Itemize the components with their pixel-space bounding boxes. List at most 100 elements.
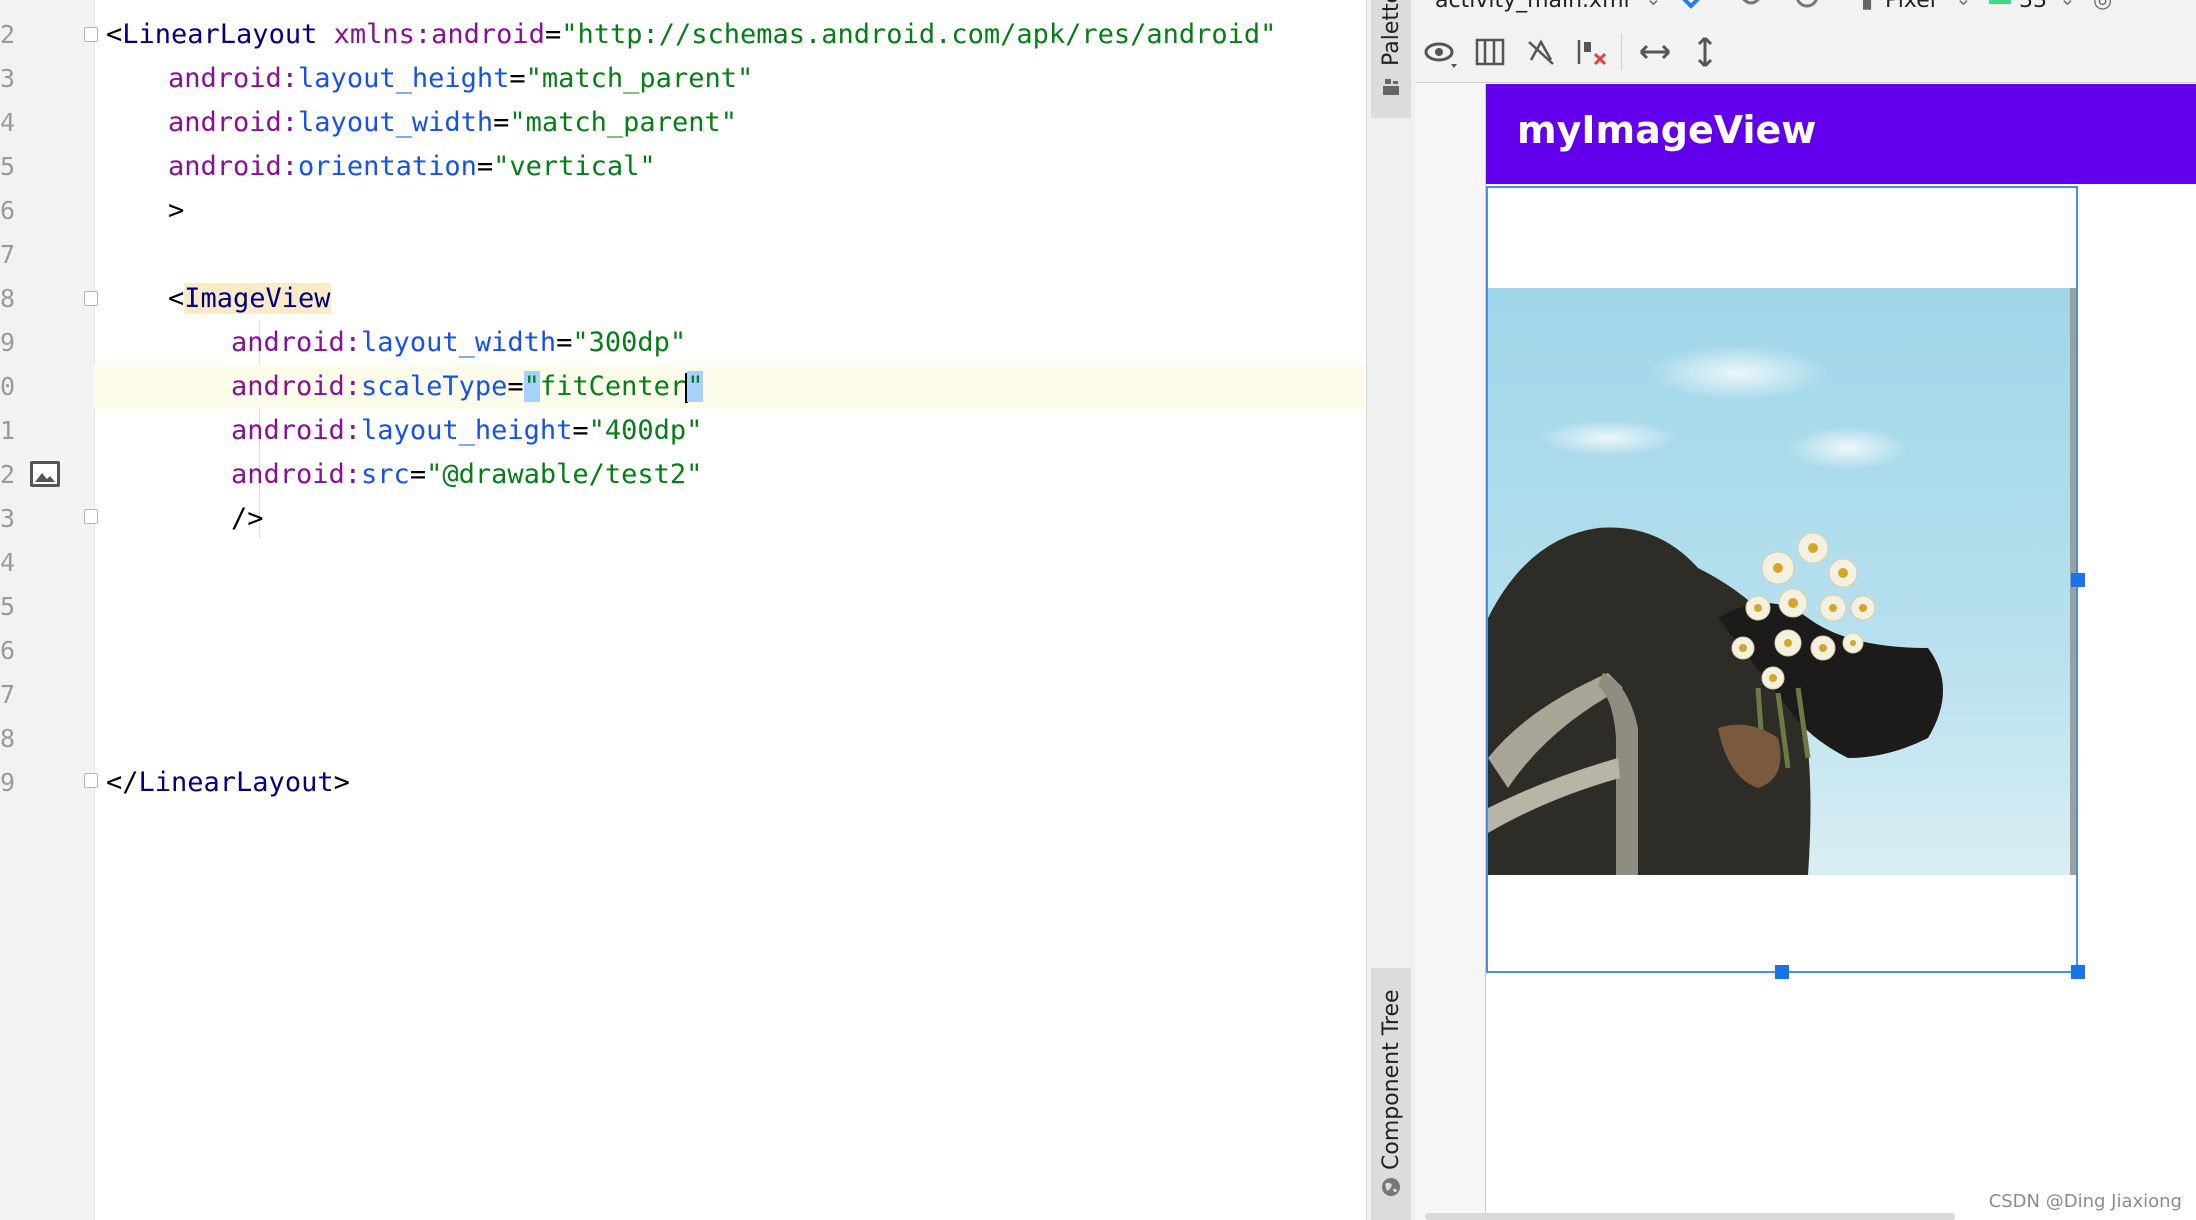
line-number: 5 [0, 152, 16, 181]
file-tab-label[interactable]: activity_main.xml [1435, 0, 1630, 13]
line-number: 9 [0, 328, 16, 357]
resize-handle-bottom[interactable] [1775, 965, 1789, 979]
tag-name: LinearLayout [138, 767, 334, 798]
tag-bracket: < [106, 19, 123, 50]
equals: = [409, 459, 427, 490]
image-preview-icon[interactable] [30, 461, 60, 487]
app-bar: myImageView [1486, 84, 2196, 184]
palette-tab[interactable]: Palette [1371, 0, 1411, 118]
equals: = [476, 151, 494, 182]
design-top-toolbar: activity_main.xml ⌄ ▮ Pixel ⌄ 33 ⌄ ◎ [1415, 0, 2196, 24]
clear-constraints-icon[interactable] [1573, 34, 1609, 70]
eye-icon[interactable] [1423, 34, 1459, 70]
attribute-name: layout_width [298, 107, 494, 138]
attribute-namespace: android: [168, 151, 299, 182]
code-line: android:layout_width="300dp" [231, 321, 1364, 365]
tag-name: LinearLayout [122, 19, 318, 50]
attribute-name: scaleType [361, 371, 508, 402]
line-number: 8 [0, 724, 16, 753]
side-tool-strip: Palette Component Tree [1366, 0, 1416, 1220]
line-number: 6 [0, 196, 16, 225]
attribute-name: layout_height [361, 415, 573, 446]
night-mode-icon[interactable] [1793, 0, 1833, 16]
chevron-down-icon[interactable]: ⌄ [2059, 0, 2076, 10]
code-line: android:layout_width="match_parent" [168, 101, 1364, 145]
code-line: android:layout_height="400dp" [231, 409, 1364, 453]
tag-bracket: /> [231, 503, 264, 534]
attribute-value: "400dp" [588, 415, 703, 446]
line-number: 3 [0, 64, 16, 93]
code-line: /> [231, 497, 1364, 541]
theme-icon[interactable]: ◎ [2093, 0, 2112, 13]
palette-icon [1383, 79, 1399, 95]
line-number: 4 [0, 108, 16, 137]
attribute-namespace: android: [168, 107, 299, 138]
line-number: 9 [0, 768, 16, 797]
equals: = [507, 371, 524, 402]
code-editor[interactable]: <LinearLayout xmlns:android="http://sche… [94, 0, 1458, 1220]
line-number: 0 [0, 372, 16, 401]
attribute-value: "vertical" [493, 151, 656, 182]
line-number: 4 [0, 548, 16, 577]
attribute-value: "@drawable/test2" [426, 459, 703, 490]
line-number: 7 [0, 240, 16, 269]
app-bar-title: myImageView [1517, 108, 1817, 152]
design-mode-icon[interactable] [1675, 0, 1715, 16]
attribute-name: orientation [298, 151, 477, 182]
resize-handle-right[interactable] [2071, 573, 2085, 587]
editor-gutter: 2 3 4 5 6 7 8 9 0 1 2 3 4 5 6 7 8 9 [0, 0, 98, 1220]
tag-bracket: < [168, 283, 185, 314]
expand-vertical-icon[interactable] [1687, 34, 1723, 70]
attribute-namespace: android: [231, 415, 362, 446]
line-number: 2 [0, 460, 16, 489]
expand-horizontal-icon[interactable] [1637, 34, 1673, 70]
image-view-selected[interactable] [1486, 186, 2078, 973]
blueprint-icon[interactable] [1472, 34, 1508, 70]
preview-photo [1488, 288, 2076, 875]
palette-tab-label: Palette [1379, 0, 1404, 66]
device-selector[interactable]: Pixel [1885, 0, 1936, 13]
code-line: </LinearLayout> [106, 761, 1364, 805]
code-line: android:orientation="vertical" [168, 145, 1364, 189]
code-line: android:src="@drawable/test2" [231, 453, 1364, 497]
attribute-namespace: android: [168, 63, 299, 94]
attribute-namespace: android: [231, 371, 362, 402]
equals: = [556, 327, 573, 358]
equals: = [493, 107, 510, 138]
code-line: <LinearLayout xmlns:android="http://sche… [106, 13, 1364, 57]
device-preview[interactable]: myImageView [1485, 84, 2196, 1220]
attribute-namespace: android: [231, 327, 362, 358]
android-api-icon [1989, 0, 2011, 4]
equals: = [509, 63, 526, 94]
code-line: <ImageView [168, 277, 1364, 321]
component-tree-tab-label: Component Tree [1379, 989, 1404, 1170]
orientation-icon[interactable] [1735, 0, 1775, 16]
tag-bracket: > [168, 195, 185, 226]
matched-quote: " [523, 371, 540, 402]
api-level-selector[interactable]: 33 [2019, 0, 2047, 13]
line-number: 7 [0, 680, 16, 709]
line-number: 6 [0, 636, 16, 665]
attribute-name: src [361, 459, 410, 490]
phone-icon: ▮ [1861, 0, 1874, 13]
line-number: 1 [0, 416, 16, 445]
tag-bracket: </ [106, 767, 139, 798]
component-tree-tab[interactable]: Component Tree [1371, 968, 1411, 1220]
horizontal-scrollbar[interactable] [1425, 1213, 1955, 1220]
chevron-down-icon[interactable]: ⌄ [1955, 0, 1972, 10]
resize-handle-corner[interactable] [2071, 965, 2085, 979]
line-number: 3 [0, 504, 16, 533]
attribute-name: layout_width [361, 327, 557, 358]
layout-design-surface: activity_main.xml ⌄ ▮ Pixel ⌄ 33 ⌄ ◎ myI… [1415, 0, 2196, 1220]
watermark: CSDN @Ding Jiaxiong [1988, 1191, 2182, 1212]
equals: = [572, 415, 589, 446]
attribute-value: "match_parent" [509, 107, 737, 138]
attribute-value: fitCenter [539, 371, 687, 402]
code-line: android:layout_height="match_parent" [168, 57, 1364, 101]
chevron-down-icon[interactable]: ⌄ [1645, 0, 1662, 10]
toolbar-divider [1621, 34, 1622, 70]
autoconnect-off-icon[interactable] [1523, 34, 1559, 70]
equals: = [544, 19, 562, 50]
globe-icon [1382, 1178, 1400, 1196]
attribute-name: layout_height [298, 63, 510, 94]
